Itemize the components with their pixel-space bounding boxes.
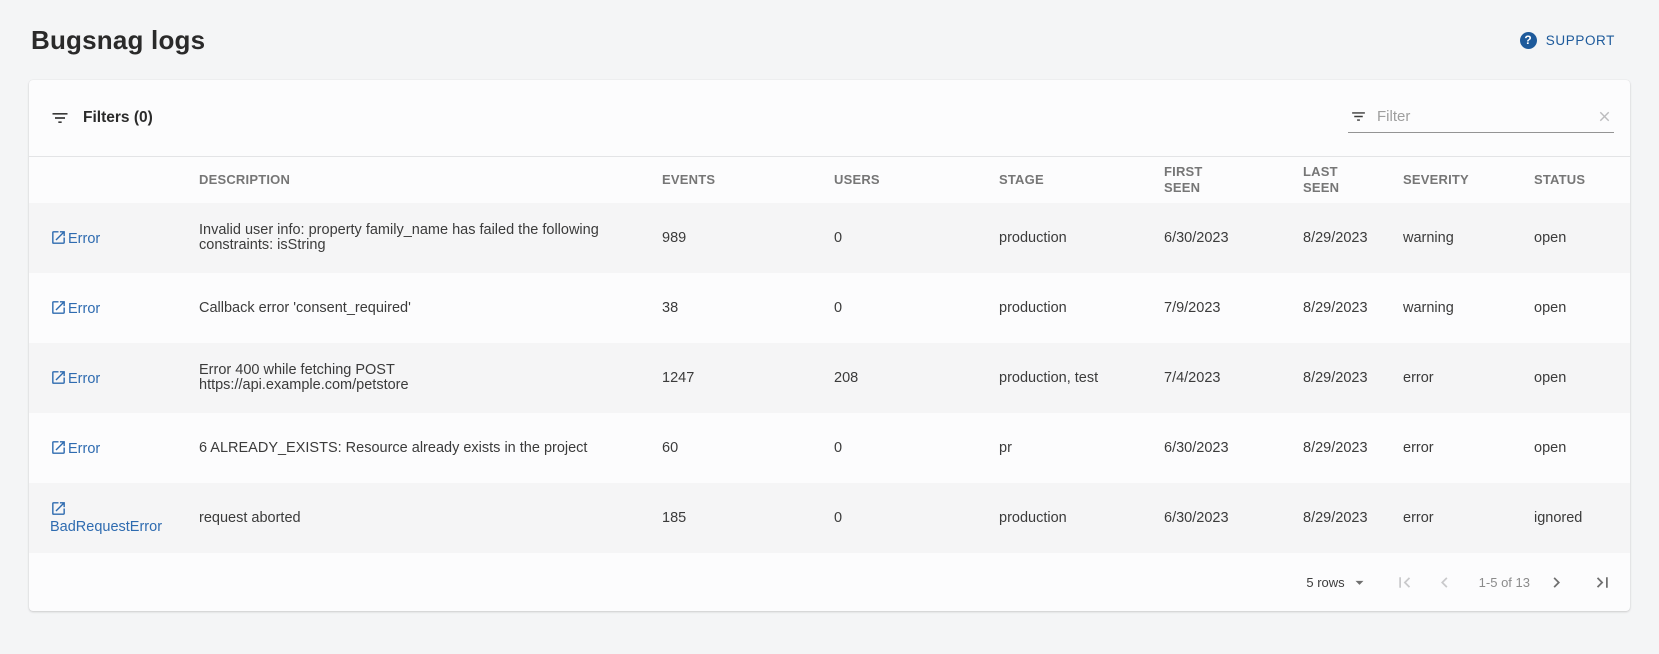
column-header-status: STATUS xyxy=(1534,157,1630,203)
rows-per-page-label: 5 rows xyxy=(1306,575,1344,590)
description-cell: Error 400 while fetching POST https://ap… xyxy=(199,343,662,413)
open-in-new-icon xyxy=(50,229,67,246)
first-page-icon xyxy=(1394,572,1415,593)
severity-cell: warning xyxy=(1403,273,1534,343)
support-label: SUPPORT xyxy=(1546,33,1615,48)
last-page-icon xyxy=(1592,572,1613,593)
error-link-label: Error xyxy=(68,371,100,387)
open-in-new-icon xyxy=(50,500,67,517)
users-cell: 0 xyxy=(834,413,999,483)
table-header-row: DESCRIPTION EVENTS USERS STAGE FIRST SEE… xyxy=(29,157,1630,203)
column-header-severity: SEVERITY xyxy=(1403,157,1534,203)
description-cell: Invalid user info: property family_name … xyxy=(199,203,662,273)
filter-list-icon xyxy=(50,108,70,128)
description-cell: request aborted xyxy=(199,483,662,553)
error-link[interactable]: Error xyxy=(50,231,100,247)
filter-input[interactable] xyxy=(1377,108,1587,125)
chevron-left-icon xyxy=(1434,572,1455,593)
open-in-new-icon xyxy=(50,299,67,316)
first-seen-cell: 6/30/2023 xyxy=(1164,413,1303,483)
users-cell: 208 xyxy=(834,343,999,413)
column-header-events: EVENTS xyxy=(662,157,834,203)
error-link-label: Error xyxy=(68,231,100,247)
status-cell: ignored xyxy=(1534,483,1630,553)
events-cell: 1247 xyxy=(662,343,834,413)
error-link[interactable]: Error xyxy=(50,441,100,457)
users-cell: 0 xyxy=(834,483,999,553)
filters-label: Filters (0) xyxy=(83,109,153,127)
column-header-users: USERS xyxy=(834,157,999,203)
next-page-button[interactable] xyxy=(1544,570,1568,594)
last-seen-cell: 8/29/2023 xyxy=(1303,203,1403,273)
filter-list-icon xyxy=(1350,108,1367,125)
logs-card: Filters (0) DESCRIPTION EVENTS xyxy=(29,80,1630,611)
table-row: Error Error 400 while fetching POST http… xyxy=(29,343,1630,413)
pagination: 5 rows 1-5 of 13 xyxy=(29,553,1630,611)
chevron-down-icon xyxy=(1350,573,1369,592)
last-seen-cell: 8/29/2023 xyxy=(1303,413,1403,483)
first-seen-cell: 6/30/2023 xyxy=(1164,483,1303,553)
column-header-first-seen: FIRST SEEN xyxy=(1164,157,1303,203)
last-page-button[interactable] xyxy=(1590,570,1614,594)
stage-cell: production xyxy=(999,273,1164,343)
first-seen-cell: 7/9/2023 xyxy=(1164,273,1303,343)
status-cell: open xyxy=(1534,413,1630,483)
severity-cell: error xyxy=(1403,413,1534,483)
error-link-label: BadRequestError xyxy=(50,519,162,535)
table-row: Error Callback error 'consent_required' … xyxy=(29,273,1630,343)
table-row: Error 6 ALREADY_EXISTS: Resource already… xyxy=(29,413,1630,483)
description-cell: 6 ALREADY_EXISTS: Resource already exist… xyxy=(199,413,662,483)
open-in-new-icon xyxy=(50,369,67,386)
stage-cell: production xyxy=(999,203,1164,273)
first-seen-cell: 6/30/2023 xyxy=(1164,203,1303,273)
events-cell: 989 xyxy=(662,203,834,273)
description-cell: Callback error 'consent_required' xyxy=(199,273,662,343)
error-link[interactable]: BadRequestError xyxy=(50,502,162,535)
previous-page-button[interactable] xyxy=(1433,570,1457,594)
status-cell: open xyxy=(1534,203,1630,273)
events-cell: 38 xyxy=(662,273,834,343)
error-link-label: Error xyxy=(68,441,100,457)
events-cell: 60 xyxy=(662,413,834,483)
logs-table: DESCRIPTION EVENTS USERS STAGE FIRST SEE… xyxy=(29,157,1630,553)
close-icon[interactable] xyxy=(1597,109,1612,124)
stage-cell: production xyxy=(999,483,1164,553)
last-seen-cell: 8/29/2023 xyxy=(1303,483,1403,553)
stage-cell: pr xyxy=(999,413,1164,483)
users-cell: 0 xyxy=(834,203,999,273)
severity-cell: error xyxy=(1403,483,1534,553)
error-link[interactable]: Error xyxy=(50,301,100,317)
filter-field xyxy=(1348,104,1614,133)
page-range-label: 1-5 of 13 xyxy=(1479,575,1530,590)
last-seen-cell: 8/29/2023 xyxy=(1303,273,1403,343)
table-row: Error Invalid user info: property family… xyxy=(29,203,1630,273)
rows-per-page-select[interactable]: 5 rows xyxy=(1306,573,1368,592)
column-header-name xyxy=(29,157,199,203)
column-header-last-seen: LAST SEEN xyxy=(1303,157,1403,203)
status-cell: open xyxy=(1534,273,1630,343)
severity-cell: error xyxy=(1403,343,1534,413)
status-cell: open xyxy=(1534,343,1630,413)
table-row: BadRequestError request aborted 185 0 pr… xyxy=(29,483,1630,553)
stage-cell: production, test xyxy=(999,343,1164,413)
page-title: Bugsnag logs xyxy=(31,22,205,58)
severity-cell: warning xyxy=(1403,203,1534,273)
last-seen-cell: 8/29/2023 xyxy=(1303,343,1403,413)
column-header-description: DESCRIPTION xyxy=(199,157,662,203)
filter-bar: Filters (0) xyxy=(29,80,1630,157)
help-icon: ? xyxy=(1520,32,1537,49)
users-cell: 0 xyxy=(834,273,999,343)
first-seen-cell: 7/4/2023 xyxy=(1164,343,1303,413)
events-cell: 185 xyxy=(662,483,834,553)
chevron-right-icon xyxy=(1546,572,1567,593)
filters-toggle[interactable]: Filters (0) xyxy=(50,108,153,128)
error-link-label: Error xyxy=(68,301,100,317)
support-link[interactable]: ? SUPPORT xyxy=(1520,32,1615,49)
column-header-stage: STAGE xyxy=(999,157,1164,203)
topbar: Bugsnag logs ? SUPPORT xyxy=(0,0,1659,58)
open-in-new-icon xyxy=(50,439,67,456)
error-link[interactable]: Error xyxy=(50,371,100,387)
table-body: Error Invalid user info: property family… xyxy=(29,203,1630,553)
first-page-button[interactable] xyxy=(1393,570,1417,594)
